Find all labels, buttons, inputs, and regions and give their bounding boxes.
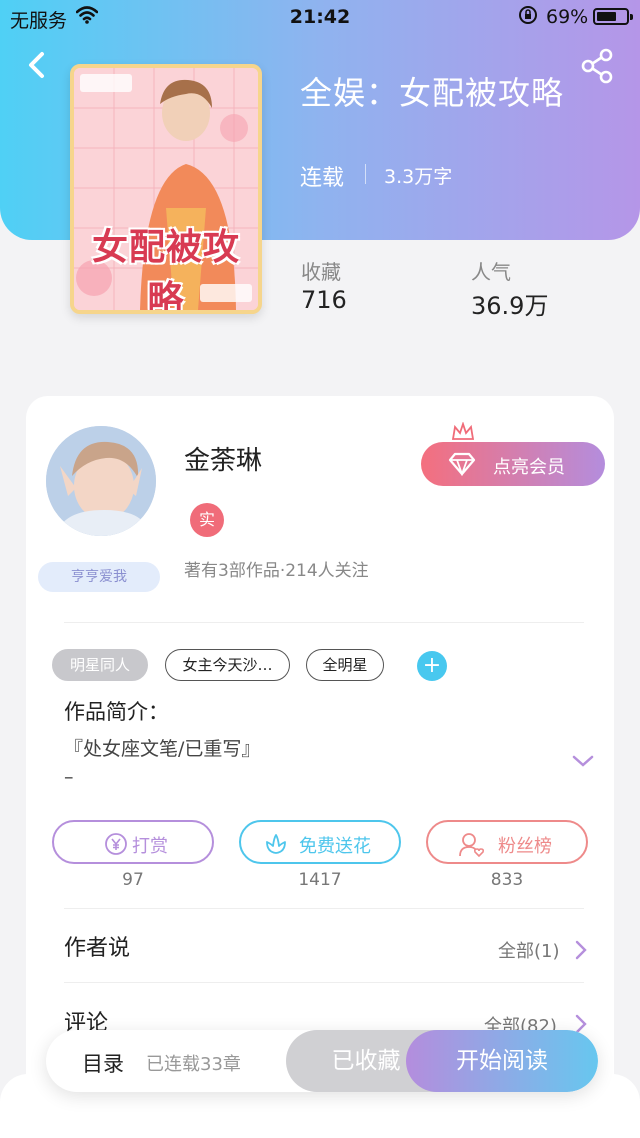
book-title: 全娱：女配被攻略 [300, 74, 565, 112]
fans-rank-label: 粉丝榜 [498, 836, 552, 857]
share-icon[interactable] [580, 48, 616, 84]
word-count: 3.3万字 [384, 166, 453, 188]
vip-button[interactable]: 点亮会员 [421, 421, 605, 486]
flower-icon [263, 832, 289, 861]
flower-button[interactable]: 免费送花 [239, 820, 401, 864]
book-status: 连载 [300, 166, 345, 191]
back-icon[interactable] [22, 48, 54, 84]
divider [64, 908, 584, 909]
popularity-label: 人气 [471, 260, 511, 284]
tag-2[interactable]: 女主今天沙… [165, 649, 290, 681]
orientation-lock-icon [518, 5, 538, 30]
author-name[interactable]: 金荼琳 [184, 440, 262, 477]
fan-badge: 亨亨爱我 [38, 562, 160, 592]
fans-icon [458, 832, 486, 863]
status-bar: 无服务 21:42 69% [0, 0, 640, 34]
fans-rank-button[interactable]: 粉丝榜 [426, 820, 588, 864]
popularity-value: 36.9万 [471, 292, 549, 320]
flower-count: 1417 [298, 870, 342, 890]
tip-button[interactable]: 打赏 [52, 820, 214, 864]
vip-label: 点亮会员 [493, 457, 565, 478]
divider [64, 622, 584, 623]
chevron-right-icon[interactable] [574, 939, 588, 961]
book-cover[interactable]: 女配被攻略 [70, 64, 262, 314]
tip-count: 97 [122, 870, 144, 890]
clock: 21:42 [289, 6, 351, 28]
intro-text: 『处女座文笔/已重写』 [64, 738, 261, 760]
author-meta: 著有3部作品·214人关注 [184, 561, 369, 581]
battery-icon [593, 8, 633, 25]
yen-icon [104, 832, 128, 861]
divider [365, 164, 366, 184]
tag-1[interactable]: 明星同人 [52, 649, 148, 681]
flower-label: 免费送花 [299, 836, 371, 857]
start-reading-button[interactable]: 开始阅读 [406, 1030, 598, 1092]
cover-title: 女配被攻略 [91, 226, 240, 314]
author-says-all-link[interactable]: 全部(1) [498, 937, 560, 963]
crown-icon [451, 421, 475, 447]
diamond-icon [447, 452, 477, 481]
toc-button[interactable]: 目录 [82, 1048, 124, 1078]
bottom-action-bar: 目录 已连载33章 已收藏 开始阅读 [46, 1030, 598, 1092]
verified-badge: 实 [190, 503, 224, 537]
add-tag-button[interactable]: + [417, 651, 447, 681]
favorites-value: 716 [301, 286, 347, 314]
fans-rank-count: 833 [490, 870, 524, 890]
chapters-count: 已连载33章 [146, 1054, 241, 1075]
favorites-label: 收藏 [301, 260, 341, 284]
chevron-down-icon[interactable] [570, 750, 596, 772]
author-says-title: 作者说 [64, 936, 131, 961]
avatar[interactable] [46, 426, 156, 536]
divider [64, 982, 584, 983]
intro-title: 作品简介： [64, 700, 169, 724]
battery-percent: 69% [546, 6, 589, 28]
tip-label: 打赏 [132, 836, 168, 857]
tag-3[interactable]: 全明星 [306, 649, 384, 681]
intro-text-line2: – [64, 766, 74, 788]
